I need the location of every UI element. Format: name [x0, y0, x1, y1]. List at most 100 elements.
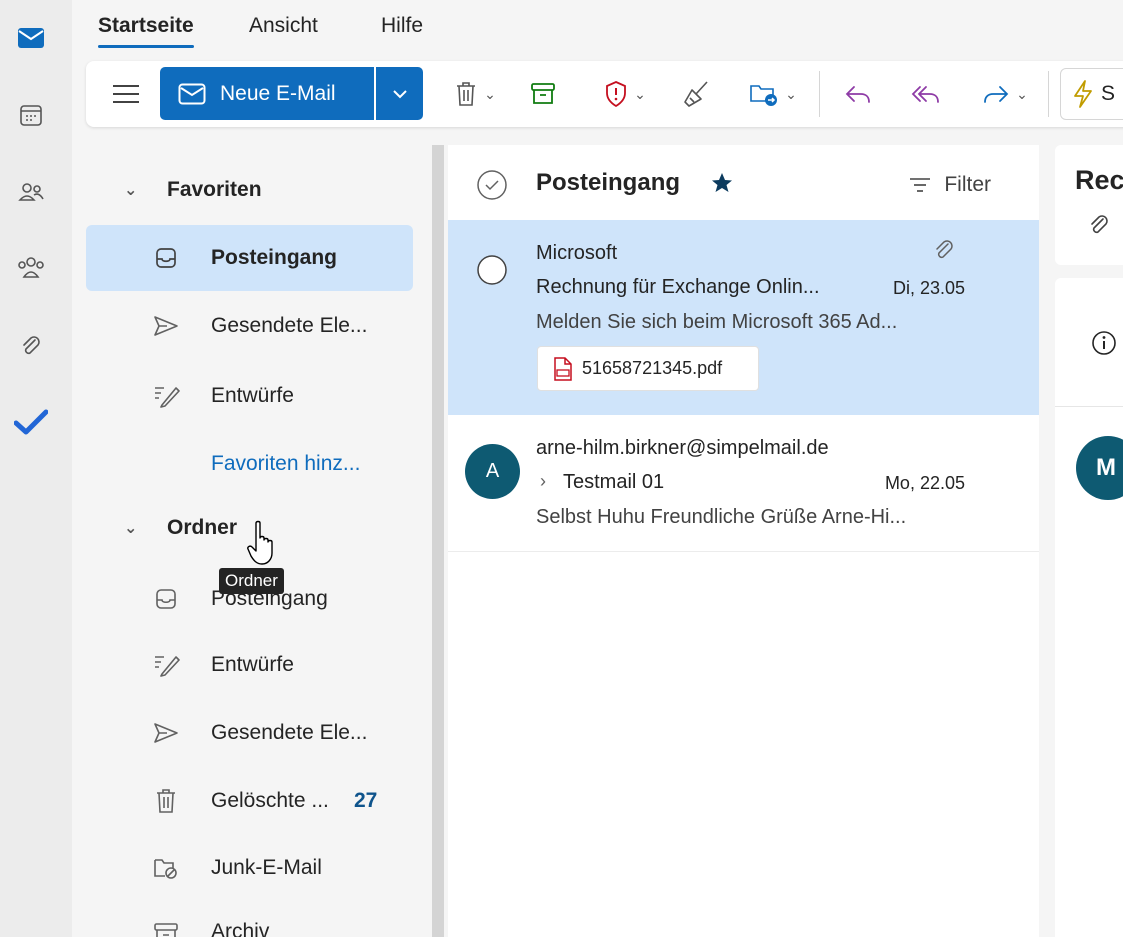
folder-label: Archiv [211, 920, 270, 937]
avatar: A [465, 444, 520, 499]
trash-icon [457, 82, 476, 106]
filter-label: Filter [944, 173, 991, 196]
message-sender: arne-hilm.birkner@simpelmail.de [536, 437, 829, 459]
report-button[interactable]: ⌄ [592, 61, 658, 127]
filter-icon [910, 178, 931, 192]
folder-move-icon [750, 85, 778, 106]
quick-steps-button[interactable]: S [1060, 68, 1123, 120]
ribbon-tabs: Startseite Ansicht Hilfe [72, 0, 1123, 56]
folder-label: Entwürfe [211, 384, 294, 407]
app-rail [0, 0, 72, 937]
inbox-icon [152, 585, 180, 613]
favorites-label: Favoriten [167, 178, 262, 201]
attachment-filename: 51658721345.pdf [582, 358, 723, 378]
calendar-icon[interactable] [14, 98, 48, 132]
drafts-icon [152, 382, 180, 410]
archive-icon [531, 83, 555, 104]
reading-pane-header: Rec [1055, 145, 1123, 265]
select-checkbox[interactable] [476, 254, 508, 292]
todo-icon[interactable] [14, 405, 48, 439]
attachment-icon [932, 238, 956, 270]
hand-cursor-icon [247, 520, 277, 571]
folder-label: Entwürfe [211, 653, 294, 676]
tab-hilfe[interactable]: Hilfe [381, 14, 423, 38]
drafts-icon [152, 651, 180, 679]
folder-sent[interactable]: Gesendete Ele... [86, 700, 413, 766]
add-favorite-link[interactable]: Favoriten hinz... [211, 452, 360, 476]
folder-label: Gelöschte ... [211, 789, 329, 812]
inbox-icon [152, 244, 180, 272]
folder-label: Gesendete Ele... [211, 721, 368, 744]
tab-ansicht[interactable]: Ansicht [249, 14, 318, 38]
broom-icon [684, 81, 708, 107]
chevron-down-icon: ⌄ [1016, 85, 1028, 102]
folder-title: Posteingang [536, 169, 681, 196]
message-subject: Rechnung für Exchange Onlin... [536, 276, 820, 298]
archive-icon [152, 920, 180, 937]
select-all-checkbox[interactable] [476, 169, 508, 206]
chevron-right-icon[interactable]: › [540, 471, 546, 492]
chevron-down-icon: ⌄ [484, 85, 496, 102]
favorite-sent[interactable]: Gesendete Ele... [86, 293, 413, 359]
unread-count-badge: 27 [354, 789, 378, 812]
reply-all-icon [911, 86, 939, 103]
message-preview: Melden Sie sich beim Microsoft 365 Ad... [536, 311, 898, 333]
favorites-section-header[interactable]: ⌄ Favoriten [72, 165, 432, 215]
chevron-down-icon: ⌄ [124, 520, 138, 537]
message-sender: Microsoft [536, 242, 618, 264]
pdf-file-icon [554, 356, 572, 381]
sweep-button[interactable] [676, 61, 716, 127]
folder-label: Gesendete Ele... [211, 314, 368, 337]
folder-archive[interactable]: Archiv [86, 902, 413, 937]
new-mail-button[interactable]: Neue E-Mail [160, 67, 374, 120]
chevron-down-icon: ⌄ [634, 85, 646, 102]
quick-steps-label: S [1101, 82, 1116, 105]
forward-button[interactable]: ⌄ [972, 61, 1038, 127]
junk-icon [152, 854, 180, 882]
folder-drafts[interactable]: Entwürfe [86, 632, 413, 698]
groups-icon[interactable] [14, 251, 48, 285]
message-list: Posteingang Filter Microsoft Rechnung fü… [448, 145, 1039, 937]
divider [1055, 406, 1123, 407]
chevron-down-icon: ⌄ [124, 182, 138, 199]
archive-button[interactable] [523, 61, 563, 127]
reply-button[interactable] [838, 61, 878, 127]
reading-pane-body [1055, 278, 1123, 937]
ribbon-divider [819, 71, 820, 117]
message-item[interactable]: Microsoft Rechnung für Exchange Onlin...… [448, 220, 1039, 415]
folder-label: Posteingang [211, 246, 338, 269]
forward-icon [984, 86, 1009, 103]
attachment-icon [1087, 213, 1111, 244]
hamburger-menu-icon[interactable] [108, 61, 144, 127]
envelope-icon [178, 83, 206, 104]
move-to-button[interactable]: ⌄ [738, 61, 808, 127]
attachment-chip[interactable]: 51658721345.pdf [537, 346, 759, 391]
folders-label: Ordner [167, 516, 238, 539]
new-mail-label: Neue E-Mail [220, 81, 336, 105]
ribbon-divider [1048, 71, 1049, 117]
message-list-header: Posteingang Filter [448, 145, 1039, 220]
delete-button[interactable]: ⌄ [442, 61, 508, 127]
people-icon[interactable] [14, 175, 48, 209]
attachment-icon[interactable] [14, 330, 48, 364]
info-icon[interactable] [1091, 330, 1117, 361]
folder-deleted[interactable]: Gelöschte ... 27 [86, 768, 413, 834]
favorite-star-icon[interactable] [710, 171, 734, 200]
tab-startseite[interactable]: Startseite [98, 14, 194, 48]
reply-all-button[interactable] [906, 61, 946, 127]
favorite-drafts[interactable]: Entwürfe [86, 363, 413, 429]
message-date: Mo, 22.05 [884, 473, 965, 493]
trash-icon [152, 787, 180, 815]
message-item[interactable]: A arne-hilm.birkner@simpelmail.de › Test… [448, 415, 1039, 552]
message-subject: Testmail 01 [563, 471, 665, 493]
chevron-down-icon [392, 89, 407, 98]
chevron-down-icon: ⌄ [785, 85, 797, 102]
favorite-inbox[interactable]: Posteingang [86, 225, 413, 291]
mail-icon[interactable] [14, 21, 48, 55]
folder-junk[interactable]: Junk-E-Mail [86, 835, 413, 901]
folder-pane-scrollbar[interactable] [432, 145, 444, 937]
send-icon [152, 312, 180, 340]
message-date: Di, 23.05 [892, 278, 965, 298]
filter-button[interactable]: Filter [908, 173, 991, 197]
new-mail-dropdown[interactable] [376, 67, 423, 120]
